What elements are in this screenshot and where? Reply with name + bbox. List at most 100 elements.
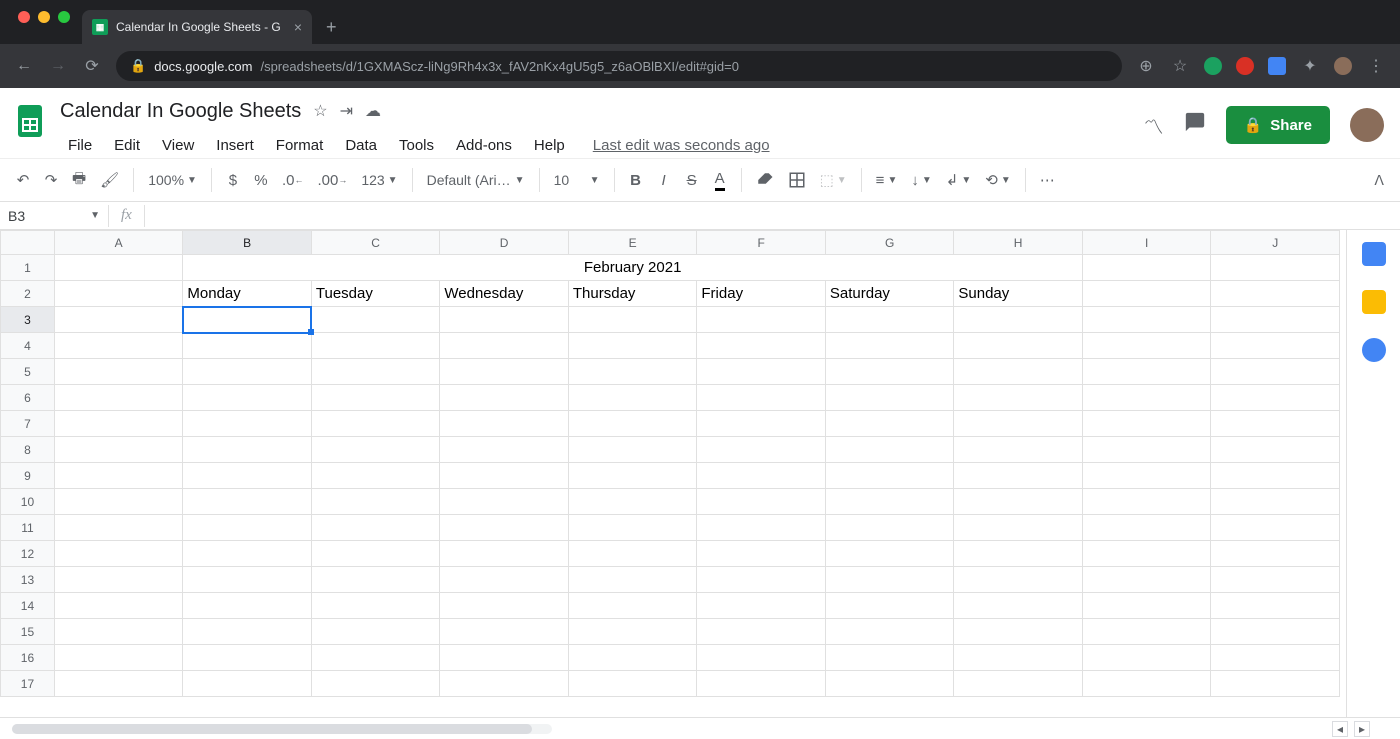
extension-icon[interactable]	[1204, 57, 1222, 75]
cell[interactable]	[1211, 255, 1340, 281]
cell[interactable]	[1211, 281, 1340, 307]
cell[interactable]	[697, 385, 826, 411]
cell[interactable]	[54, 333, 183, 359]
column-header[interactable]: H	[954, 231, 1083, 255]
cell[interactable]	[1211, 515, 1340, 541]
merge-cells-button[interactable]: ⬚▼	[814, 167, 853, 193]
cell[interactable]	[311, 437, 440, 463]
cell[interactable]	[183, 541, 312, 567]
row-header[interactable]: 9	[1, 463, 55, 489]
cell[interactable]	[1211, 567, 1340, 593]
more-toolbar-button[interactable]: ⋯	[1034, 167, 1061, 193]
calendar-sidepanel-icon[interactable]	[1362, 242, 1386, 266]
cell[interactable]	[183, 593, 312, 619]
cell[interactable]	[1211, 619, 1340, 645]
row-header[interactable]: 7	[1, 411, 55, 437]
cell[interactable]	[954, 645, 1083, 671]
cell[interactable]	[825, 619, 954, 645]
cell[interactable]	[440, 619, 569, 645]
cell[interactable]	[954, 437, 1083, 463]
cell[interactable]	[568, 671, 697, 697]
cell[interactable]	[954, 567, 1083, 593]
cell[interactable]	[697, 437, 826, 463]
cell[interactable]	[440, 333, 569, 359]
cell[interactable]	[1211, 411, 1340, 437]
cell[interactable]	[825, 645, 954, 671]
cell[interactable]	[54, 671, 183, 697]
cell[interactable]	[697, 463, 826, 489]
cell[interactable]	[1082, 463, 1211, 489]
cell[interactable]	[311, 619, 440, 645]
borders-button[interactable]	[782, 167, 812, 193]
menu-tools[interactable]: Tools	[391, 133, 442, 158]
column-header[interactable]: D	[440, 231, 569, 255]
tab-close-icon[interactable]: ×	[294, 19, 302, 35]
cell[interactable]	[311, 671, 440, 697]
name-box[interactable]: B3 ▼	[0, 208, 108, 224]
column-header[interactable]: A	[54, 231, 183, 255]
row-header[interactable]: 10	[1, 489, 55, 515]
forward-button[interactable]: →	[48, 57, 68, 75]
cell[interactable]	[825, 333, 954, 359]
menu-addons[interactable]: Add-ons	[448, 133, 520, 158]
day-header-cell[interactable]: Thursday	[568, 281, 697, 307]
cell[interactable]	[1082, 541, 1211, 567]
cell[interactable]	[1082, 515, 1211, 541]
bold-button[interactable]: B	[623, 168, 649, 193]
spreadsheet-grid[interactable]: ABCDEFGHIJ 1February 20212MondayTuesdayW…	[0, 230, 1340, 697]
increase-decimal-button[interactable]: .00→	[311, 168, 353, 193]
cell[interactable]	[697, 541, 826, 567]
cell[interactable]	[825, 567, 954, 593]
cell[interactable]	[440, 359, 569, 385]
cell[interactable]	[54, 515, 183, 541]
column-header[interactable]: C	[311, 231, 440, 255]
cell[interactable]	[1082, 593, 1211, 619]
cell[interactable]	[440, 515, 569, 541]
cell[interactable]	[183, 385, 312, 411]
text-color-button[interactable]: A	[707, 166, 733, 195]
cell[interactable]	[825, 385, 954, 411]
row-header[interactable]: 1	[1, 255, 55, 281]
zoom-icon[interactable]: ⊕	[1136, 56, 1156, 76]
cell[interactable]	[825, 411, 954, 437]
cell[interactable]	[1082, 281, 1211, 307]
cell[interactable]	[825, 359, 954, 385]
cell[interactable]	[1082, 359, 1211, 385]
day-header-cell[interactable]: Sunday	[954, 281, 1083, 307]
cell[interactable]	[568, 645, 697, 671]
cell[interactable]	[568, 359, 697, 385]
cell[interactable]	[1082, 437, 1211, 463]
profile-avatar-icon[interactable]	[1334, 57, 1352, 75]
move-icon[interactable]: ⇥	[340, 101, 353, 121]
cell[interactable]	[311, 541, 440, 567]
calendar-title-cell[interactable]: February 2021	[183, 255, 1083, 281]
cell[interactable]	[311, 307, 440, 333]
document-title[interactable]: Calendar In Google Sheets	[60, 100, 301, 123]
cell[interactable]	[697, 333, 826, 359]
cell[interactable]	[825, 307, 954, 333]
cell[interactable]	[697, 489, 826, 515]
collapse-toolbar-button[interactable]: ᐱ	[1374, 172, 1390, 189]
cell[interactable]	[311, 333, 440, 359]
cell[interactable]	[568, 515, 697, 541]
currency-button[interactable]: $	[220, 168, 246, 193]
new-tab-button[interactable]: +	[312, 17, 351, 44]
cell[interactable]	[1082, 333, 1211, 359]
redo-button[interactable]: ↷	[38, 167, 64, 193]
cell[interactable]	[568, 333, 697, 359]
cell[interactable]	[54, 645, 183, 671]
cell[interactable]	[568, 489, 697, 515]
column-header[interactable]: E	[568, 231, 697, 255]
cell[interactable]	[1082, 567, 1211, 593]
number-format-selector[interactable]: 123▼	[355, 168, 403, 192]
cell[interactable]	[697, 619, 826, 645]
cell[interactable]	[54, 593, 183, 619]
row-header[interactable]: 15	[1, 619, 55, 645]
cell[interactable]	[954, 489, 1083, 515]
cell[interactable]	[183, 645, 312, 671]
cell[interactable]	[183, 437, 312, 463]
cell[interactable]	[311, 359, 440, 385]
cell[interactable]	[1082, 489, 1211, 515]
cell[interactable]	[697, 359, 826, 385]
cell[interactable]	[183, 489, 312, 515]
